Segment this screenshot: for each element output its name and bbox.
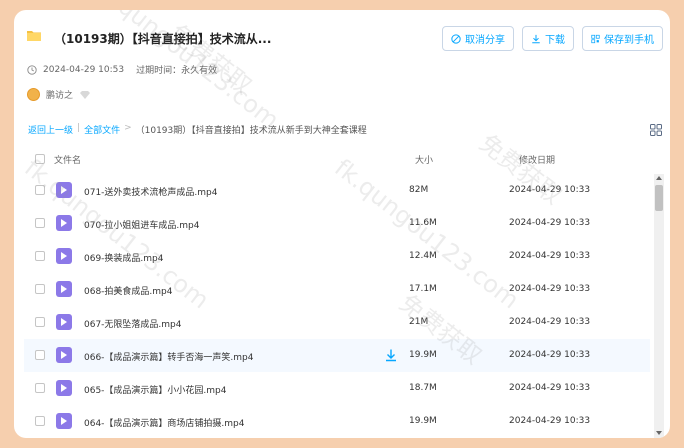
table-row[interactable]: 064-【成品演示篇】商场店铺拍摄.mp4 19.9M 2024-04-29 1… — [24, 405, 650, 438]
file-size: 19.9M — [409, 350, 437, 360]
video-file-icon — [56, 380, 72, 396]
video-file-icon — [56, 182, 72, 198]
row-checkbox[interactable] — [35, 218, 45, 228]
video-file-icon — [56, 314, 72, 330]
download-icon[interactable] — [384, 348, 398, 362]
table-row[interactable]: 069-换装成品.mp4 12.4M 2024-04-29 10:33 — [24, 240, 650, 273]
scroll-thumb[interactable] — [655, 185, 663, 211]
row-checkbox[interactable] — [35, 284, 45, 294]
cancel-share-button[interactable]: 取消分享 — [442, 26, 514, 51]
video-file-icon — [56, 413, 72, 429]
row-checkbox[interactable] — [35, 251, 45, 261]
table-row[interactable]: 065-【成品演示篇】小小花园.mp4 18.7M 2024-04-29 10:… — [24, 372, 650, 405]
qr-code-icon — [591, 34, 600, 43]
download-button[interactable]: 下载 — [522, 26, 574, 51]
file-name[interactable]: 068-拍美食成品.mp4 — [84, 284, 173, 297]
file-date: 2024-04-29 10:33 — [509, 317, 591, 327]
clock-icon — [27, 64, 37, 75]
all-files-link[interactable]: 全部文件 — [84, 123, 120, 136]
column-header-date[interactable]: 修改日期 — [519, 153, 555, 166]
file-name[interactable]: 070-拉小姐姐进车成品.mp4 — [84, 218, 200, 231]
row-checkbox[interactable] — [35, 317, 45, 327]
sharer-info: 鹏访之 — [27, 88, 91, 101]
file-size: 12.4M — [409, 251, 437, 261]
sharer-name: 鹏访之 — [46, 91, 74, 101]
table-row[interactable]: 070-拉小姐姐进车成品.mp4 11.6M 2024-04-29 10:33 — [24, 207, 650, 240]
save-to-phone-button[interactable]: 保存到手机 — [582, 26, 663, 51]
file-name[interactable]: 065-【成品演示篇】小小花园.mp4 — [84, 383, 227, 396]
vip-diamond-icon — [80, 90, 91, 99]
breadcrumb-arrow: > — [124, 123, 132, 133]
file-date: 2024-04-29 10:33 — [509, 350, 591, 360]
table-row[interactable]: 066-【成品演示篇】转手否海一声笑.mp4 19.9M 2024-04-29 … — [24, 339, 650, 372]
select-all-checkbox[interactable] — [35, 154, 45, 164]
share-page-card: （10193期）【抖音直接拍】技术流从... 取消分享 下载 保存到手机 202… — [14, 10, 670, 438]
file-size: 11.6M — [409, 218, 437, 228]
breadcrumb-separator: | — [77, 123, 81, 133]
file-date: 2024-04-29 10:33 — [509, 185, 591, 195]
row-checkbox[interactable] — [35, 350, 45, 360]
cancel-icon — [451, 33, 461, 44]
avatar — [27, 88, 40, 101]
table-header: 文件名 大小 修改日期 — [14, 148, 670, 172]
vertical-scrollbar[interactable] — [654, 174, 664, 438]
table-row[interactable]: 067-无限坠落成品.mp4 21M 2024-04-29 10:33 — [24, 306, 650, 339]
row-checkbox[interactable] — [35, 416, 45, 426]
file-date: 2024-04-29 10:33 — [509, 284, 591, 294]
table-row[interactable]: 068-拍美食成品.mp4 17.1M 2024-04-29 10:33 — [24, 273, 650, 306]
cancel-share-label: 取消分享 — [465, 35, 505, 46]
video-file-icon — [56, 347, 72, 363]
download-icon — [532, 34, 540, 43]
file-name[interactable]: 069-换装成品.mp4 — [84, 251, 164, 264]
grid-view-icon[interactable] — [650, 124, 662, 136]
video-file-icon — [56, 215, 72, 231]
share-meta: 2024-04-29 10:53 过期时间：永久有效 — [27, 63, 217, 76]
file-size: 17.1M — [409, 284, 437, 294]
file-size: 82M — [409, 185, 429, 195]
file-list: 071-送外卖技术流枪声成品.mp4 82M 2024-04-29 10:33 … — [14, 174, 650, 438]
share-date: 2024-04-29 10:53 — [43, 64, 125, 75]
file-name[interactable]: 067-无限坠落成品.mp4 — [84, 317, 182, 330]
file-name[interactable]: 064-【成品演示篇】商场店铺拍摄.mp4 — [84, 416, 245, 429]
download-label: 下载 — [545, 35, 565, 46]
file-size: 18.7M — [409, 383, 437, 393]
breadcrumb: 返回上一级 | 全部文件 > （10193期）【抖音直接拍】技术流从新手到大神全… — [28, 123, 367, 136]
video-file-icon — [56, 281, 72, 297]
file-name[interactable]: 071-送外卖技术流枪声成品.mp4 — [84, 185, 218, 198]
table-row[interactable]: 071-送外卖技术流枪声成品.mp4 82M 2024-04-29 10:33 — [24, 174, 650, 207]
file-size: 21M — [409, 317, 429, 327]
video-file-icon — [56, 248, 72, 264]
row-checkbox[interactable] — [35, 185, 45, 195]
scroll-up-arrow-icon[interactable] — [656, 176, 662, 180]
column-header-size[interactable]: 大小 — [415, 153, 433, 166]
back-link[interactable]: 返回上一级 — [28, 123, 73, 136]
file-date: 2024-04-29 10:33 — [509, 383, 591, 393]
file-date: 2024-04-29 10:33 — [509, 218, 591, 228]
breadcrumb-current: （10193期）【抖音直接拍】技术流从新手到大神全套课程 — [135, 126, 367, 136]
folder-icon — [27, 31, 41, 41]
share-title: （10193期）【抖音直接拍】技术流从... — [54, 32, 272, 46]
expire-text: 过期时间：永久有效 — [136, 66, 218, 76]
file-date: 2024-04-29 10:33 — [509, 416, 591, 426]
save-to-phone-label: 保存到手机 — [604, 35, 654, 46]
file-date: 2024-04-29 10:33 — [509, 251, 591, 261]
scroll-down-arrow-icon[interactable] — [656, 431, 662, 435]
column-header-name[interactable]: 文件名 — [54, 153, 81, 166]
file-size: 19.9M — [409, 416, 437, 426]
share-header: （10193期）【抖音直接拍】技术流从... 取消分享 下载 保存到手机 202… — [14, 10, 670, 120]
file-name[interactable]: 066-【成品演示篇】转手否海一声笑.mp4 — [84, 350, 254, 363]
row-checkbox[interactable] — [35, 383, 45, 393]
